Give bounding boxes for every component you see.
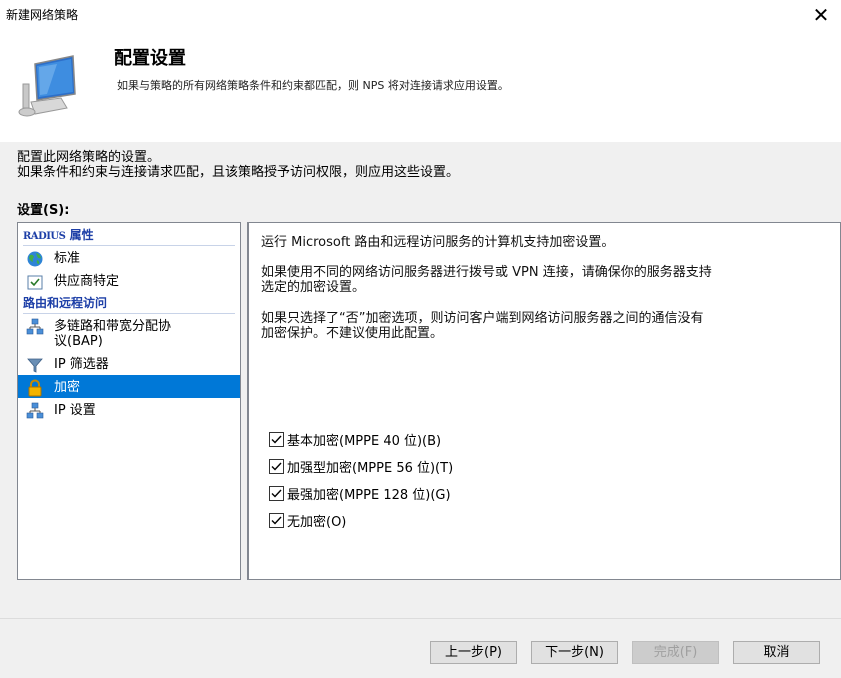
filter-icon [27, 358, 43, 373]
description-paragraph-2-line-1: 如果使用不同的网络访问服务器进行拨号或 VPN 连接，请确保你的服务器支持 [261, 265, 712, 280]
section-header-radius: RADIUS 属性 [23, 226, 235, 246]
header-band: 配置设置 如果与策略的所有网络策略条件和约束都匹配，则 NPS 将对连接请求应用… [0, 32, 841, 142]
checkbox[interactable] [269, 486, 284, 501]
sidebar-item-label: 供应商特定 [54, 274, 120, 289]
checkbox-basic-encryption[interactable]: 基本加密(MPPE 40 位)(B) [269, 432, 441, 450]
footer-divider [0, 618, 841, 619]
checkbox-label: 基本加密(MPPE 40 位)(B) [287, 434, 442, 449]
description-paragraph-2-line-2: 选定的加密设置。 [261, 280, 366, 295]
checkbox-no-encryption[interactable]: 无加密(O) [269, 513, 346, 531]
sidebar-item-label: IP 筛选器 [54, 357, 109, 372]
close-button[interactable]: ✕ [801, 0, 841, 30]
description-paragraph-2: 如果使用不同的网络访问服务器进行拨号或 VPN 连接，请确保你的服务器支持 选定… [261, 265, 712, 295]
sidebar-item-vendor-specific[interactable]: 供应商特定 [18, 269, 240, 292]
sidebar-item-label: 加密 [54, 380, 81, 395]
description-paragraph-3-line-1: 如果只选择了“否”加密选项，则访问客户端到网络访问服务器之间的通信没有 [261, 311, 704, 326]
back-button[interactable]: 上一步(P) [430, 641, 517, 664]
window-title: 新建网络策略 [6, 8, 79, 22]
description-paragraph-1: 运行 Microsoft 路由和远程访问服务的计算机支持加密设置。 [261, 235, 615, 250]
sidebar-item-ip-settings[interactable]: IP 设置 [18, 398, 240, 421]
settings-label: 设置(S): [17, 203, 70, 218]
section-header-radius-b: 属性 [69, 228, 94, 242]
checkbox[interactable] [269, 513, 284, 528]
network-icon [26, 318, 44, 335]
intro-line-2: 如果条件和约束与连接请求匹配，且该策略授予访问权限，则应用这些设置。 [17, 165, 460, 180]
sidebar-item-label-line-1: 多链路和带宽分配协 [54, 319, 172, 334]
title-bar: 新建网络策略 ✕ [0, 0, 841, 32]
close-icon: ✕ [812, 3, 830, 27]
intro-text: 配置此网络策略的设置。 如果条件和约束与连接请求匹配，且该策略授予访问权限，则应… [17, 150, 459, 180]
page-description: 如果与策略的所有网络策略条件和约束都匹配，则 NPS 将对连接请求应用设置。 [117, 79, 509, 92]
checkbox-strong-encryption[interactable]: 加强型加密(MPPE 56 位)(T) [269, 459, 453, 477]
checkmark-icon [271, 435, 282, 444]
checklist-icon [27, 275, 43, 290]
sidebar-item-encryption[interactable]: 加密 [18, 375, 240, 398]
checkbox-label: 无加密(O) [287, 515, 347, 530]
checkbox-label: 最强加密(MPPE 128 位)(G) [287, 488, 451, 503]
intro-line-1: 配置此网络策略的设置。 [17, 150, 161, 165]
settings-tree[interactable]: RADIUS 属性 标准 供应商特定 路由和远程访问 多链路和带宽分配协 议(B… [17, 222, 241, 580]
finish-button[interactable]: 完成(F) [632, 641, 719, 664]
checkmark-icon [271, 462, 282, 471]
section-header-radius-a: RADIUS [23, 231, 66, 242]
sidebar-item-ip-filters[interactable]: IP 筛选器 [18, 352, 240, 375]
encryption-settings-panel: 运行 Microsoft 路由和远程访问服务的计算机支持加密设置。 如果使用不同… [247, 222, 841, 580]
sidebar-item-standard[interactable]: 标准 [18, 246, 240, 269]
cancel-button[interactable]: 取消 [733, 641, 820, 664]
next-button[interactable]: 下一步(N) [531, 641, 618, 664]
checkbox[interactable] [269, 459, 284, 474]
section-header-routing: 路由和远程访问 [23, 294, 235, 314]
page-title: 配置设置 [114, 48, 186, 69]
checkbox-label: 加强型加密(MPPE 56 位)(T) [287, 461, 454, 476]
description-paragraph-3: 如果只选择了“否”加密选项，则访问客户端到网络访问服务器之间的通信没有 加密保护… [261, 311, 703, 341]
checkbox-strongest-encryption[interactable]: 最强加密(MPPE 128 位)(G) [269, 486, 451, 504]
sidebar-item-multilink-bap[interactable]: 多链路和带宽分配协 议(BAP) [18, 314, 240, 352]
sidebar-item-label-line-2: 议(BAP) [54, 334, 103, 349]
network-icon [26, 402, 44, 419]
checkmark-icon [271, 516, 282, 525]
sidebar-item-label: IP 设置 [54, 403, 96, 418]
checkbox[interactable] [269, 432, 284, 447]
globe-icon [27, 251, 43, 267]
lock-icon [28, 379, 42, 397]
checkmark-icon [271, 489, 282, 498]
sidebar-item-label: 标准 [54, 251, 81, 266]
monitor-icon [18, 55, 76, 117]
description-paragraph-3-line-2: 加密保护。不建议使用此配置。 [261, 326, 444, 341]
